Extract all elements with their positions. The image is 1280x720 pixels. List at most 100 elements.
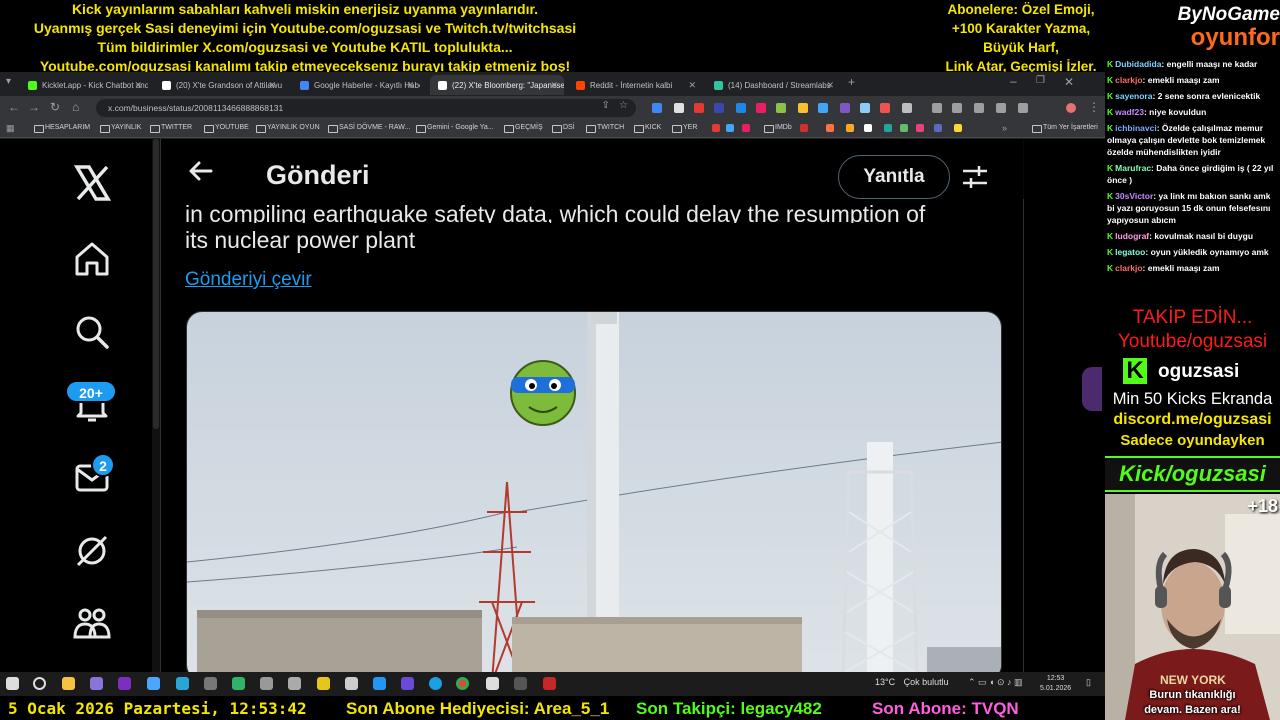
close-icon[interactable]: ✕ <box>406 80 414 91</box>
app-icon[interactable] <box>486 677 499 690</box>
bookmark-item[interactable]: GEÇMİŞ <box>504 124 543 133</box>
bookmark-favicon-icon[interactable] <box>846 124 854 132</box>
bookmark-favicon-icon[interactable] <box>954 124 962 132</box>
puzzle-icon[interactable] <box>902 103 912 113</box>
bookmark-item[interactable]: DSİ <box>552 124 575 133</box>
browser-tab-active[interactable]: (22) X'te Bloomberg: "Japanese ✕ <box>430 75 564 95</box>
app-icon[interactable] <box>147 677 160 690</box>
side-panel-toggle[interactable] <box>1082 367 1102 411</box>
app-icon[interactable] <box>176 677 189 690</box>
bookmark-favicon-icon[interactable] <box>712 124 720 132</box>
reply-button[interactable]: Yanıtla <box>838 155 950 199</box>
extension-icon[interactable] <box>840 103 850 113</box>
new-tab-button[interactable]: + <box>848 75 855 89</box>
maximize-icon[interactable]: ❐ <box>1036 75 1045 86</box>
extension-icon[interactable] <box>818 103 828 113</box>
extension-icon[interactable] <box>674 103 684 113</box>
app-icon[interactable] <box>401 677 414 690</box>
app-icon[interactable] <box>514 677 527 690</box>
notification-center-icon[interactable]: ▯ <box>1086 677 1091 688</box>
windows-start-icon[interactable] <box>6 677 19 690</box>
bookmark-favicon-icon[interactable] <box>800 124 808 132</box>
settings-sliders-icon[interactable] <box>961 164 989 190</box>
search-icon[interactable] <box>33 677 46 690</box>
bookmark-item[interactable]: YAYINLIK <box>100 124 141 133</box>
weather-widget[interactable]: 13°C Çok bulutlu <box>875 677 949 687</box>
star-icon[interactable]: ☆ <box>619 100 628 111</box>
close-icon[interactable]: ✕ <box>268 80 276 91</box>
reload-icon[interactable]: ↻ <box>50 100 60 114</box>
scrollbar[interactable] <box>152 139 160 672</box>
x-logo-icon[interactable] <box>70 161 114 205</box>
extension-icon[interactable] <box>652 103 662 113</box>
bookmark-favicon-icon[interactable] <box>726 124 734 132</box>
close-icon[interactable]: ✕ <box>826 80 834 91</box>
translate-link[interactable]: Gönderiyi çevir <box>185 269 312 291</box>
download-icon[interactable] <box>974 103 984 113</box>
browser-tab[interactable]: Google Haberler - Kayıtlı Habe ✕ <box>292 75 420 95</box>
extension-icon[interactable] <box>736 103 746 113</box>
bookmark-favicon-icon[interactable] <box>884 124 892 132</box>
app-icon[interactable] <box>345 677 358 690</box>
chrome-icon[interactable] <box>456 677 469 690</box>
history-icon[interactable] <box>952 103 962 113</box>
tweet-media-photo[interactable] <box>186 311 1002 672</box>
bookmark-item[interactable]: YER <box>672 124 697 133</box>
back-arrow-icon[interactable] <box>185 155 217 187</box>
screenshot-icon[interactable] <box>1018 103 1028 113</box>
extension-icon[interactable] <box>756 103 766 113</box>
address-bar[interactable]: x.com/business/status/200811346688886813… <box>96 99 636 117</box>
close-icon[interactable]: ✕ <box>550 80 558 91</box>
bookmark-favicon-icon[interactable] <box>900 124 908 132</box>
bookmark-favicon-icon[interactable] <box>916 124 924 132</box>
system-clock[interactable]: 12:53 5.01.2026 <box>1040 674 1071 694</box>
close-icon[interactable]: ✕ <box>134 80 142 91</box>
extension-icon[interactable] <box>798 103 808 113</box>
browser-tab[interactable]: (14) Dashboard / Streamlabs ✕ <box>706 75 840 95</box>
app-icon[interactable] <box>288 677 301 690</box>
file-explorer-icon[interactable] <box>62 677 75 690</box>
bookmark-favicon-icon[interactable] <box>742 124 750 132</box>
bookmark-item[interactable]: HESAPLARIM <box>34 124 90 133</box>
app-icon[interactable] <box>373 677 386 690</box>
share-icon[interactable]: ⇪ <box>602 100 610 111</box>
extension-icon[interactable] <box>860 103 870 113</box>
app-icon[interactable] <box>90 677 103 690</box>
extension-icon[interactable] <box>776 103 786 113</box>
search-icon[interactable] <box>70 310 114 354</box>
bookmark-favicon-icon[interactable] <box>934 124 942 132</box>
close-icon[interactable]: ✕ <box>688 80 696 91</box>
bookmark-item[interactable]: SASİ DÖVME - RAW... <box>328 124 410 133</box>
bookmark-item[interactable]: TWITCH <box>586 124 624 133</box>
communities-icon[interactable] <box>70 601 114 645</box>
app-icon[interactable] <box>204 677 217 690</box>
tray-icons[interactable]: ⌃ ▭ ◖ ⊙ ♪ ▥ <box>968 677 1023 688</box>
bookmark-item[interactable]: IMDb <box>764 124 792 133</box>
tab-search-icon[interactable]: ▾ <box>6 76 11 87</box>
bookmark-item[interactable]: KICK <box>634 124 661 133</box>
app-icon[interactable] <box>317 677 330 690</box>
onenote-icon[interactable] <box>118 677 131 690</box>
extension-icon[interactable] <box>694 103 704 113</box>
bookmark-favicon-icon[interactable] <box>864 124 872 132</box>
bookmark-item[interactable]: Gemini - Google Ya... <box>416 124 494 133</box>
window-close-icon[interactable]: ✕ <box>1064 75 1074 89</box>
sidebar-icon[interactable] <box>996 103 1006 113</box>
grok-icon[interactable] <box>70 529 114 573</box>
bookmark-item[interactable]: YAYINLIK OYUN <box>256 124 320 133</box>
minimize-icon[interactable]: – <box>1010 74 1017 88</box>
all-bookmarks[interactable]: Tüm Yer İşaretleri <box>1032 124 1098 133</box>
home-icon[interactable] <box>70 237 114 281</box>
browser-tab[interactable]: Reddit - İnternetin kalbi ✕ <box>568 75 702 95</box>
app-icon[interactable] <box>232 677 245 690</box>
home-icon[interactable]: ⌂ <box>72 100 79 114</box>
bookmark-icon[interactable] <box>932 103 942 113</box>
bookmark-item[interactable]: TWITTER <box>150 124 192 133</box>
extension-icon[interactable] <box>714 103 724 113</box>
apps-icon[interactable]: ▦ <box>6 123 15 134</box>
back-nav-icon[interactable]: ← <box>8 100 20 114</box>
obs-icon[interactable] <box>543 677 556 690</box>
extension-icon[interactable] <box>880 103 890 113</box>
more-bookmarks-icon[interactable]: » <box>1002 123 1007 133</box>
bookmark-favicon-icon[interactable] <box>826 124 834 132</box>
